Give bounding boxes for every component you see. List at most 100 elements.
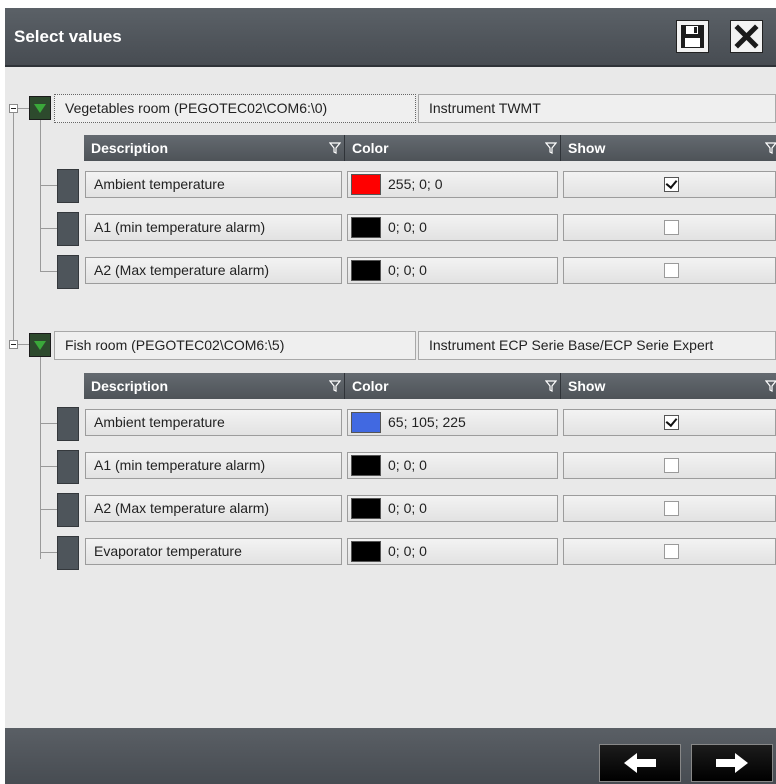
room-name[interactable]: Vegetables room (PEGOTEC02\COM6:\0)	[54, 94, 416, 123]
filter-icon[interactable]	[329, 142, 341, 154]
show-checkbox[interactable]	[664, 220, 679, 235]
color-swatch[interactable]	[351, 412, 381, 433]
color-cell[interactable]: 0; 0; 0	[347, 495, 558, 522]
description-cell: Ambient temperature	[85, 171, 342, 198]
color-cell[interactable]: 0; 0; 0	[347, 257, 558, 284]
tree-line	[40, 509, 57, 510]
collapse-toggle[interactable]	[9, 340, 18, 349]
save-button[interactable]	[676, 20, 709, 53]
collapse-toggle[interactable]	[9, 104, 18, 113]
column-header-color[interactable]: Color	[345, 135, 561, 161]
close-button[interactable]	[730, 20, 763, 53]
color-swatch[interactable]	[351, 260, 381, 281]
color-cell[interactable]: 255; 0; 0	[347, 171, 558, 198]
header-label: Description	[91, 378, 169, 394]
show-cell	[563, 452, 776, 479]
show-checkbox[interactable]	[664, 415, 679, 430]
column-header-show[interactable]: Show	[561, 135, 776, 161]
tree-line	[18, 344, 29, 345]
description-cell: A1 (min temperature alarm)	[85, 214, 342, 241]
group-icon	[29, 333, 51, 357]
description-cell: A2 (Max temperature alarm)	[85, 495, 342, 522]
chevron-down-icon	[34, 341, 46, 350]
row-selector[interactable]	[57, 450, 79, 484]
instrument-name: Instrument TWMT	[418, 94, 776, 123]
color-value: 65; 105; 225	[388, 414, 466, 430]
next-button[interactable]	[691, 744, 773, 782]
header-label: Color	[352, 140, 389, 156]
color-value: 255; 0; 0	[388, 176, 443, 192]
color-cell[interactable]: 0; 0; 0	[347, 538, 558, 565]
select-values-window: Select values Vegetables room (PEGOTEC02…	[5, 8, 776, 784]
close-icon	[734, 24, 759, 49]
show-cell	[563, 171, 776, 198]
show-checkbox[interactable]	[664, 544, 679, 559]
color-swatch[interactable]	[351, 498, 381, 519]
filter-icon[interactable]	[329, 380, 341, 392]
show-checkbox[interactable]	[664, 263, 679, 278]
tree-line	[18, 108, 29, 109]
row-selector[interactable]	[57, 536, 79, 570]
footer-bar	[5, 728, 776, 784]
tree-line	[40, 423, 57, 424]
floppy-disk-icon	[681, 25, 704, 48]
color-value: 0; 0; 0	[388, 457, 427, 473]
header-label: Show	[568, 140, 606, 156]
window-title: Select values	[14, 27, 122, 46]
filter-icon[interactable]	[545, 380, 557, 392]
header-label: Show	[568, 378, 606, 394]
tree-line	[40, 228, 57, 229]
column-header-color[interactable]: Color	[345, 373, 561, 399]
filter-icon[interactable]	[545, 142, 557, 154]
arrow-left-icon	[624, 753, 656, 773]
show-cell	[563, 409, 776, 436]
show-checkbox[interactable]	[664, 501, 679, 516]
color-cell[interactable]: 65; 105; 225	[347, 409, 558, 436]
description-cell: Evaporator temperature	[85, 538, 342, 565]
show-cell	[563, 257, 776, 284]
back-button[interactable]	[599, 744, 681, 782]
column-header-show[interactable]: Show	[561, 373, 776, 399]
values-tree: Vegetables room (PEGOTEC02\COM6:\0) Inst…	[5, 67, 776, 728]
tree-line	[40, 120, 41, 271]
color-value: 0; 0; 0	[388, 500, 427, 516]
header-label: Description	[91, 140, 169, 156]
row-selector[interactable]	[57, 493, 79, 527]
color-value: 0; 0; 0	[388, 219, 427, 235]
column-header-description[interactable]: Description	[84, 373, 345, 399]
column-header-description[interactable]: Description	[84, 135, 345, 161]
description-cell: A1 (min temperature alarm)	[85, 452, 342, 479]
row-selector[interactable]	[57, 407, 79, 441]
description-cell: A2 (Max temperature alarm)	[85, 257, 342, 284]
tree-line	[40, 357, 41, 559]
color-swatch[interactable]	[351, 174, 381, 195]
instrument-name: Instrument ECP Serie Base/ECP Serie Expe…	[418, 331, 776, 360]
row-selector[interactable]	[57, 169, 79, 203]
color-cell[interactable]: 0; 0; 0	[347, 452, 558, 479]
show-checkbox[interactable]	[664, 177, 679, 192]
tree-line	[40, 552, 57, 553]
description-cell: Ambient temperature	[85, 409, 342, 436]
tree-line	[40, 466, 57, 467]
row-selector[interactable]	[57, 255, 79, 289]
room-name[interactable]: Fish room (PEGOTEC02\COM6:\5)	[54, 331, 416, 360]
color-value: 0; 0; 0	[388, 543, 427, 559]
title-bar: Select values	[5, 8, 776, 67]
filter-icon[interactable]	[765, 380, 776, 392]
show-checkbox[interactable]	[664, 458, 679, 473]
row-selector[interactable]	[57, 212, 79, 246]
group-icon	[29, 96, 51, 120]
tree-line	[13, 108, 14, 344]
color-swatch[interactable]	[351, 455, 381, 476]
tree-line	[40, 271, 57, 272]
show-cell	[563, 214, 776, 241]
header-label: Color	[352, 378, 389, 394]
color-swatch[interactable]	[351, 541, 381, 562]
filter-icon[interactable]	[765, 142, 776, 154]
color-value: 0; 0; 0	[388, 262, 427, 278]
arrow-right-icon	[716, 753, 748, 773]
show-cell	[563, 495, 776, 522]
color-swatch[interactable]	[351, 217, 381, 238]
tree-line	[40, 185, 57, 186]
color-cell[interactable]: 0; 0; 0	[347, 214, 558, 241]
